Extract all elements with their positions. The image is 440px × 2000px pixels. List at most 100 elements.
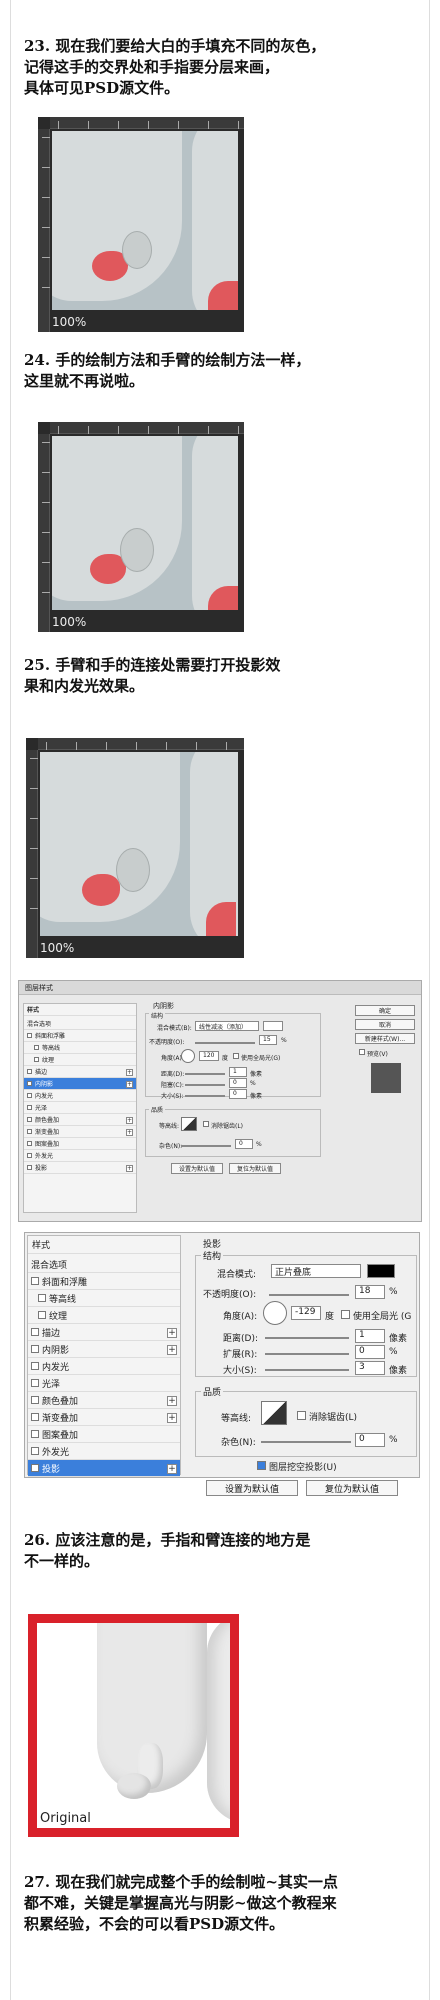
new-style-button[interactable]: 新建样式(W)...	[355, 1033, 415, 1044]
contour-picker[interactable]	[261, 1401, 287, 1425]
antialias-checkbox[interactable]	[297, 1411, 306, 1420]
style-checkbox[interactable]	[31, 1447, 39, 1455]
global-light-checkbox[interactable]	[233, 1053, 239, 1059]
style-item[interactable]: 颜色叠加 +	[24, 1114, 136, 1126]
noise-slider[interactable]	[261, 1441, 351, 1443]
style-item[interactable]: 渐变叠加 +	[28, 1409, 180, 1426]
reset-default-button[interactable]: 复位为默认值	[306, 1480, 398, 1496]
distance-slider[interactable]	[185, 1073, 225, 1075]
style-item[interactable]: 内阴影 +	[24, 1078, 136, 1090]
style-item[interactable]: 光泽	[24, 1102, 136, 1114]
add-style-icon[interactable]: +	[167, 1412, 177, 1423]
choke-field[interactable]: 0	[229, 1078, 247, 1088]
style-checkbox[interactable]	[27, 1033, 32, 1038]
style-checkbox[interactable]	[34, 1057, 39, 1062]
set-default-button[interactable]: 设置为默认值	[171, 1163, 223, 1174]
size-field[interactable]: 0	[229, 1089, 247, 1099]
add-style-icon[interactable]: +	[126, 1164, 133, 1172]
style-checkbox[interactable]	[31, 1345, 39, 1353]
size-slider[interactable]	[265, 1369, 349, 1371]
style-item[interactable]: 斜面和浮雕	[24, 1030, 136, 1042]
style-checkbox[interactable]	[34, 1045, 39, 1050]
spread-field[interactable]: 0	[355, 1345, 385, 1359]
add-style-icon[interactable]: +	[167, 1463, 177, 1474]
size-slider[interactable]	[185, 1095, 225, 1097]
style-item[interactable]: 投影 +	[24, 1162, 136, 1174]
opacity-slider[interactable]	[269, 1294, 349, 1296]
style-item[interactable]: 颜色叠加 +	[28, 1392, 180, 1409]
style-checkbox[interactable]	[31, 1413, 39, 1421]
style-item[interactable]: 混合选项	[28, 1256, 180, 1273]
style-item[interactable]: 等高线	[24, 1042, 136, 1054]
contour-picker[interactable]	[181, 1117, 197, 1131]
style-item[interactable]: 图案叠加	[24, 1138, 136, 1150]
style-item[interactable]: 描边 +	[24, 1066, 136, 1078]
add-style-icon[interactable]: +	[126, 1068, 133, 1076]
style-item[interactable]: 斜面和浮雕	[28, 1273, 180, 1290]
distance-field[interactable]: 1	[229, 1067, 247, 1077]
angle-dial[interactable]	[263, 1301, 287, 1325]
style-checkbox[interactable]	[27, 1069, 32, 1074]
global-light-checkbox[interactable]	[341, 1310, 350, 1319]
style-item[interactable]: 外发光	[24, 1150, 136, 1162]
add-style-icon[interactable]: +	[126, 1128, 133, 1136]
reset-default-button[interactable]: 复位为默认值	[229, 1163, 281, 1174]
style-item[interactable]: 外发光	[28, 1443, 180, 1460]
angle-field[interactable]: -129	[291, 1306, 321, 1320]
angle-field[interactable]: 120	[199, 1051, 219, 1061]
style-checkbox[interactable]	[27, 1153, 32, 1158]
knockout-checkbox[interactable]	[257, 1461, 266, 1470]
style-checkbox[interactable]	[31, 1277, 39, 1285]
antialias-checkbox[interactable]	[203, 1121, 209, 1127]
style-item[interactable]: 纹理	[24, 1054, 136, 1066]
style-checkbox[interactable]	[31, 1464, 39, 1472]
style-checkbox[interactable]	[27, 1081, 32, 1086]
distance-field[interactable]: 1	[355, 1329, 385, 1343]
style-item[interactable]: 描边 +	[28, 1324, 180, 1341]
style-checkbox[interactable]	[27, 1093, 32, 1098]
noise-field[interactable]: 0	[355, 1433, 385, 1447]
style-checkbox[interactable]	[38, 1294, 46, 1302]
color-swatch[interactable]	[367, 1264, 395, 1278]
style-checkbox[interactable]	[27, 1129, 32, 1134]
opacity-slider[interactable]	[195, 1042, 255, 1044]
style-item[interactable]: 纹理	[28, 1307, 180, 1324]
style-checkbox[interactable]	[27, 1105, 32, 1110]
style-checkbox[interactable]	[31, 1430, 39, 1438]
style-item[interactable]: 混合选项	[24, 1018, 136, 1030]
style-checkbox[interactable]	[38, 1311, 46, 1319]
style-checkbox[interactable]	[27, 1165, 32, 1170]
choke-slider[interactable]	[185, 1084, 225, 1086]
add-style-icon[interactable]: +	[167, 1395, 177, 1406]
add-style-icon[interactable]: +	[126, 1116, 133, 1124]
style-item[interactable]: 渐变叠加 +	[24, 1126, 136, 1138]
style-checkbox[interactable]	[31, 1379, 39, 1387]
style-item[interactable]: 图案叠加	[28, 1426, 180, 1443]
add-style-icon[interactable]: +	[167, 1327, 177, 1338]
opacity-field[interactable]: 18	[355, 1285, 385, 1299]
blend-mode-select[interactable]: 线性减淡（添加）	[195, 1021, 259, 1031]
distance-slider[interactable]	[265, 1337, 349, 1339]
style-item[interactable]: 内发光	[24, 1090, 136, 1102]
style-item[interactable]: 投影 +	[28, 1460, 180, 1477]
preview-checkbox[interactable]	[359, 1049, 365, 1055]
cancel-button[interactable]: 取消	[355, 1019, 415, 1030]
spread-slider[interactable]	[265, 1353, 349, 1355]
style-checkbox[interactable]	[31, 1362, 39, 1370]
add-style-icon[interactable]: +	[167, 1344, 177, 1355]
size-field[interactable]: 3	[355, 1361, 385, 1375]
noise-field[interactable]: 0	[235, 1139, 253, 1149]
angle-dial[interactable]	[181, 1049, 195, 1063]
style-item[interactable]: 等高线	[28, 1290, 180, 1307]
style-item[interactable]: 内发光	[28, 1358, 180, 1375]
blend-mode-select[interactable]: 正片叠底	[271, 1264, 361, 1278]
style-item[interactable]: 光泽	[28, 1375, 180, 1392]
style-checkbox[interactable]	[31, 1328, 39, 1336]
style-checkbox[interactable]	[31, 1396, 39, 1404]
set-default-button[interactable]: 设置为默认值	[206, 1480, 298, 1496]
style-item[interactable]: 内阴影 +	[28, 1341, 180, 1358]
style-checkbox[interactable]	[27, 1141, 32, 1146]
ok-button[interactable]: 确定	[355, 1005, 415, 1016]
noise-slider[interactable]	[181, 1145, 231, 1147]
opacity-field[interactable]: 15	[259, 1035, 277, 1045]
